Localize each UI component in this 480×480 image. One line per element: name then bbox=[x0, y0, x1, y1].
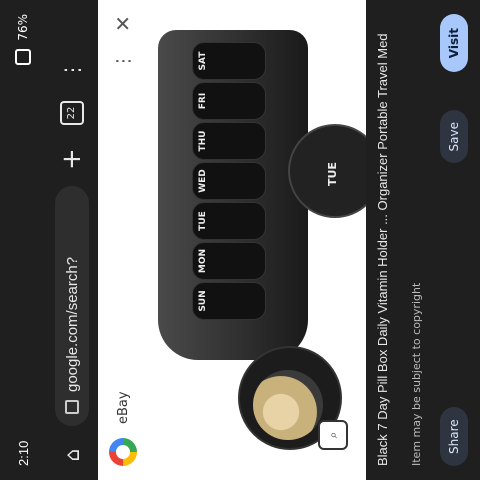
browser-toolbar: ⌂ google.com/search? + 22 ⋮ bbox=[46, 0, 98, 480]
more-options-icon[interactable]: ⋮ bbox=[60, 60, 84, 80]
day-compartment: SUN bbox=[192, 282, 266, 320]
day-compartment: THU bbox=[192, 122, 266, 160]
day-compartment: MON bbox=[192, 242, 266, 280]
save-button[interactable]: Save bbox=[440, 110, 468, 164]
day-compartment: FRI bbox=[192, 82, 266, 120]
phone-screen: 2:10 76% ⌂ google.com/search? + 22 ⋮ eBa… bbox=[0, 0, 480, 480]
day-compartment: TUE bbox=[192, 202, 266, 240]
screen: 2:10 76% ⌂ google.com/search? + 22 ⋮ eBa… bbox=[0, 0, 480, 480]
status-bar: 2:10 76% bbox=[0, 0, 46, 480]
new-tab-icon[interactable]: + bbox=[57, 148, 87, 170]
lens-search-icon[interactable]: ⌕ bbox=[318, 420, 348, 450]
notification-icon bbox=[15, 48, 31, 65]
source-site-name: eBay bbox=[115, 391, 131, 424]
address-bar[interactable]: google.com/search? bbox=[55, 186, 89, 426]
tab-switcher-button[interactable]: 22 bbox=[60, 101, 84, 125]
day-compartment: WED bbox=[192, 162, 266, 200]
share-button[interactable]: Share bbox=[440, 407, 468, 466]
home-icon[interactable]: ⌂ bbox=[59, 442, 85, 468]
battery-level: 76% bbox=[16, 14, 30, 41]
product-image[interactable]: SUN MON TUE WED THU FRI SAT TUE ⌕ bbox=[148, 0, 382, 480]
result-card: Black 7 Day Pill Box Daily Vitamin Holde… bbox=[366, 0, 480, 480]
url-text: google.com/search? bbox=[63, 256, 81, 392]
lid-day-label: TUE bbox=[326, 162, 339, 186]
lens-results-view: 2:10 76% ⌂ google.com/search? + 22 ⋮ eBa… bbox=[0, 0, 480, 480]
close-icon[interactable]: ✕ bbox=[111, 15, 135, 32]
status-time: 2:10 bbox=[15, 440, 31, 466]
copyright-notice: Item may be subject to copyright bbox=[410, 282, 423, 466]
lens-header: eBay ⋮ ✕ bbox=[98, 0, 148, 480]
google-logo-icon bbox=[109, 438, 137, 466]
pills-image bbox=[253, 370, 323, 440]
result-title[interactable]: Black 7 Day Pill Box Daily Vitamin Holde… bbox=[374, 16, 391, 466]
visit-button[interactable]: Visit bbox=[440, 14, 468, 73]
site-info-icon[interactable] bbox=[65, 400, 79, 414]
lens-menu-icon[interactable]: ⋮ bbox=[113, 52, 134, 70]
status-icons: 76% bbox=[15, 14, 31, 65]
pill-case-image: SUN MON TUE WED THU FRI SAT bbox=[158, 30, 308, 360]
day-compartment: SAT bbox=[192, 42, 266, 80]
